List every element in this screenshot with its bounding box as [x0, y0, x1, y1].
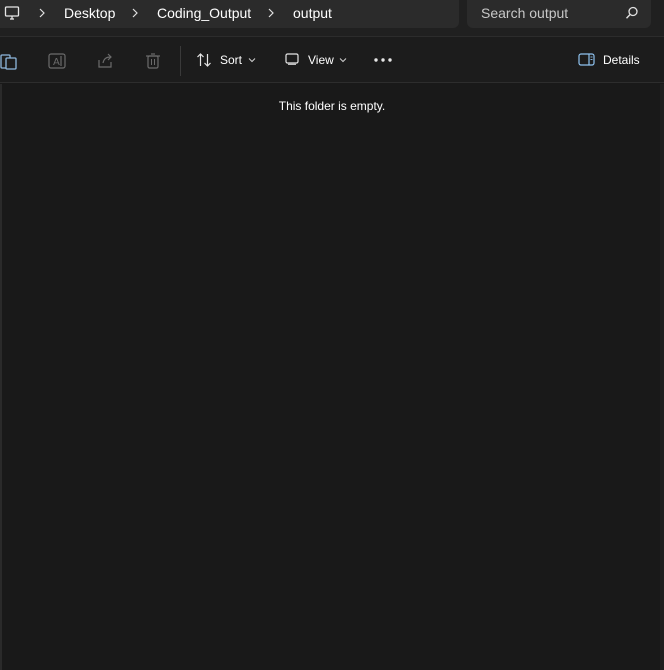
view-button[interactable]: View [282, 47, 354, 73]
address-bar[interactable]: Desktop Coding_Output output [0, 0, 459, 28]
view-label: View [308, 53, 334, 67]
address-row: Desktop Coding_Output output Search outp… [0, 0, 664, 37]
sort-icon [197, 53, 211, 67]
details-button[interactable]: Details [576, 47, 646, 73]
breadcrumb-coding-output[interactable]: Coding_Output [157, 4, 251, 22]
paste-icon[interactable] [0, 52, 18, 70]
empty-folder-message: This folder is empty. [278, 99, 386, 113]
rename-icon[interactable]: A [48, 52, 66, 70]
search-input[interactable]: Search output [481, 4, 568, 22]
command-bar: A Sort View Details [0, 37, 664, 83]
chevron-right-icon[interactable] [266, 7, 276, 19]
sort-label: Sort [220, 53, 243, 67]
delete-icon[interactable] [144, 52, 162, 70]
search-icon[interactable] [625, 6, 639, 20]
chevron-right-icon[interactable] [37, 7, 47, 19]
scrollbar-track[interactable] [660, 84, 664, 670]
file-list-area[interactable]: This folder is empty. [0, 84, 664, 670]
this-pc-icon[interactable] [4, 5, 20, 21]
chevron-right-icon[interactable] [130, 7, 140, 19]
chevron-down-icon [339, 58, 347, 63]
breadcrumb-output[interactable]: output [293, 4, 332, 22]
breadcrumb-desktop[interactable]: Desktop [64, 4, 115, 22]
toolbar-divider [180, 46, 181, 76]
more-options-icon[interactable] [373, 57, 393, 63]
svg-text:A: A [53, 57, 60, 68]
file-explorer-window: Desktop Coding_Output output Search outp… [0, 0, 664, 670]
view-icon [285, 53, 299, 65]
share-icon[interactable] [96, 52, 114, 70]
details-pane-icon [578, 53, 595, 66]
search-box[interactable]: Search output [467, 0, 651, 28]
details-label: Details [603, 53, 640, 67]
chevron-down-icon [248, 58, 256, 63]
sort-button[interactable]: Sort [192, 47, 264, 73]
navigation-pane-border [0, 84, 2, 670]
